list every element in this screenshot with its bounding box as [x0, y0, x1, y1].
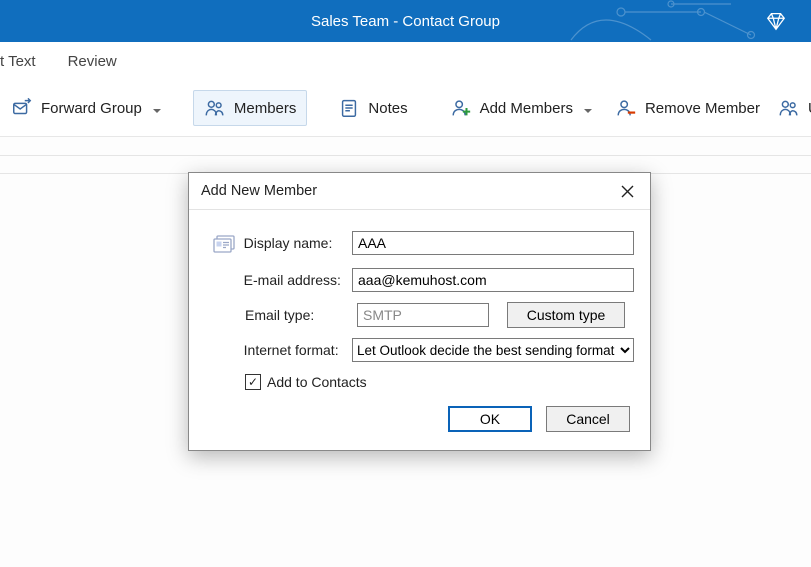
window-title: Sales Team - Contact Group: [311, 13, 500, 30]
ribbon-toolbar: Forward Group Members Notes Add Members …: [0, 80, 811, 137]
email-address-input[interactable]: [352, 268, 634, 292]
forward-group-button[interactable]: Forward Group: [0, 90, 173, 126]
add-members-label: Add Members: [480, 100, 573, 117]
remove-member-label: Remove Member: [645, 100, 760, 117]
dialog-titlebar: Add New Member: [189, 173, 650, 210]
members-label: Members: [234, 100, 297, 117]
chevron-down-icon: [583, 103, 593, 113]
display-name-label: Display name:: [244, 235, 352, 251]
notes-label: Notes: [368, 100, 407, 117]
notes-icon: [338, 97, 360, 119]
remove-member-icon: [615, 97, 637, 119]
ok-button[interactable]: OK: [448, 406, 532, 432]
internet-format-label: Internet format:: [244, 342, 352, 358]
ribbon-tab-strip: t Text Review: [0, 42, 811, 80]
add-to-contacts-label: Add to Contacts: [267, 374, 367, 390]
members-button[interactable]: Members: [193, 90, 308, 126]
contact-card-icon: [205, 228, 244, 258]
email-type-input: [357, 303, 489, 327]
forward-icon: [11, 97, 33, 119]
window-titlebar: Sales Team - Contact Group: [0, 0, 811, 42]
internet-format-select[interactable]: Let Outlook decide the best sending form…: [352, 338, 634, 362]
tab-text-partial[interactable]: t Text: [0, 53, 36, 70]
email-type-label: Email type:: [245, 307, 357, 323]
members-icon: [204, 97, 226, 119]
notes-button[interactable]: Notes: [327, 90, 418, 126]
forward-group-label: Forward Group: [41, 100, 142, 117]
dialog-title: Add New Member: [201, 183, 317, 199]
add-new-member-dialog: Add New Member Display name: E-mail addr…: [188, 172, 651, 451]
cancel-button[interactable]: Cancel: [546, 406, 630, 432]
coming-soon-icon[interactable]: [765, 10, 787, 35]
custom-type-button[interactable]: Custom type: [507, 302, 625, 328]
tab-review[interactable]: Review: [68, 53, 117, 70]
display-name-input[interactable]: [352, 231, 634, 255]
remove-member-button[interactable]: Remove Member: [604, 90, 771, 126]
dialog-body: Display name: E-mail address: Email type…: [189, 210, 650, 450]
grid-line: [0, 155, 811, 156]
chevron-down-icon: [152, 103, 162, 113]
add-to-contacts-checkbox[interactable]: ✓ Add to Contacts: [245, 374, 634, 390]
add-members-icon: [450, 97, 472, 119]
close-icon: [621, 185, 634, 198]
checkbox-checked-icon: ✓: [245, 374, 261, 390]
email-address-label: E-mail address:: [244, 272, 352, 288]
partial-button[interactable]: U: [771, 90, 811, 126]
people-icon: [778, 97, 800, 119]
dialog-footer: OK Cancel: [205, 406, 634, 436]
add-members-button[interactable]: Add Members: [439, 90, 604, 126]
close-button[interactable]: [612, 176, 642, 206]
